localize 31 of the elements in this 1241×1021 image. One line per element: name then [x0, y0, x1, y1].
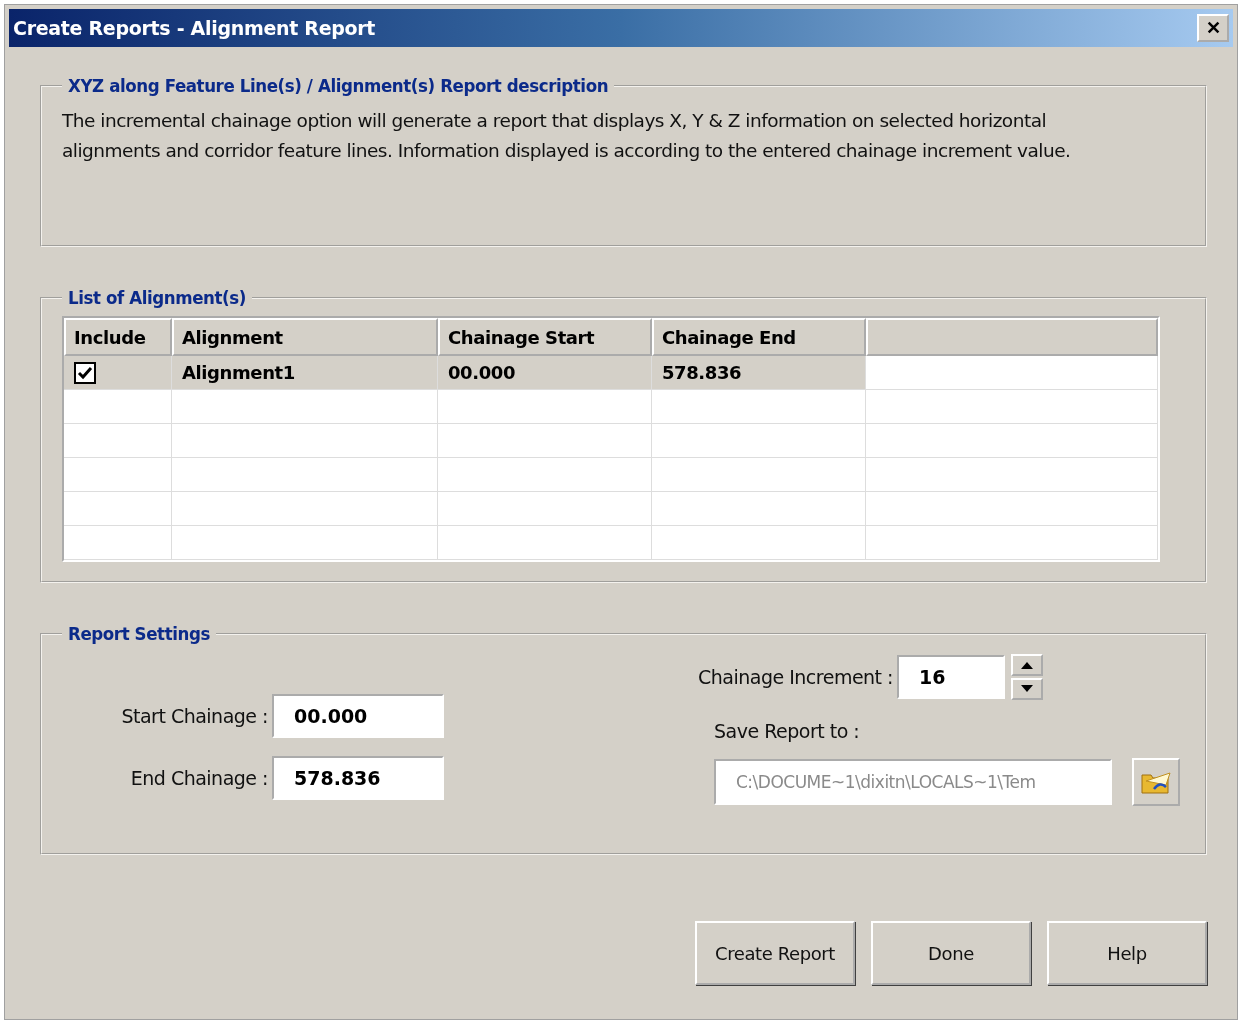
table-cell: Alignment1	[172, 356, 438, 390]
folder-icon	[1140, 769, 1172, 795]
down-arrow-icon	[1021, 685, 1033, 693]
increment-field[interactable]: 16	[897, 655, 1005, 699]
column-header[interactable]: Chainage End	[652, 318, 866, 356]
dialog-button[interactable]: Done	[871, 921, 1031, 985]
end-chainage-field[interactable]: 578.836	[272, 756, 444, 800]
group-title: XYZ along Feature Line(s) / Alignment(s) Report description	[67, 75, 610, 96]
column-header[interactable]: Alignment	[172, 318, 438, 356]
checkbox[interactable]	[74, 361, 96, 384]
spin-up-button[interactable]	[1011, 654, 1043, 676]
table-cell: 578.836	[652, 356, 866, 390]
field-label: End Chainage :	[129, 767, 268, 789]
table-cell: 00.000	[438, 356, 652, 390]
window-title: Create Reports - Alignment Report	[13, 17, 376, 39]
start-chainage-field[interactable]: 00.000	[272, 694, 444, 738]
group-title: Report Settings	[67, 623, 211, 644]
column-header[interactable]: Include	[64, 318, 172, 356]
group-title: List of Alignment(s)	[67, 287, 248, 308]
close-button[interactable]: ✕	[1197, 14, 1229, 42]
up-arrow-icon	[1021, 661, 1033, 669]
table-row[interactable]: Alignment1 00.000 578.836	[64, 356, 1158, 390]
field-label: Start Chainage :	[120, 705, 268, 727]
dialog-button[interactable]: Help	[1047, 921, 1207, 985]
browse-button[interactable]	[1132, 758, 1180, 806]
field-label: Chainage Increment :	[698, 666, 893, 688]
description-text: The incremental chainage option will generate a report that displays X, Y & Z information on selected horizontal alignments and corridor feature lines. Information displayed is according to the entered chainage increment value.	[62, 109, 1072, 163]
dialog-button[interactable]: Create Report	[695, 921, 855, 985]
column-header[interactable]: Chainage Start	[438, 318, 652, 356]
spin-down-button[interactable]	[1011, 678, 1043, 700]
field-label: Save Report to :	[714, 720, 860, 742]
